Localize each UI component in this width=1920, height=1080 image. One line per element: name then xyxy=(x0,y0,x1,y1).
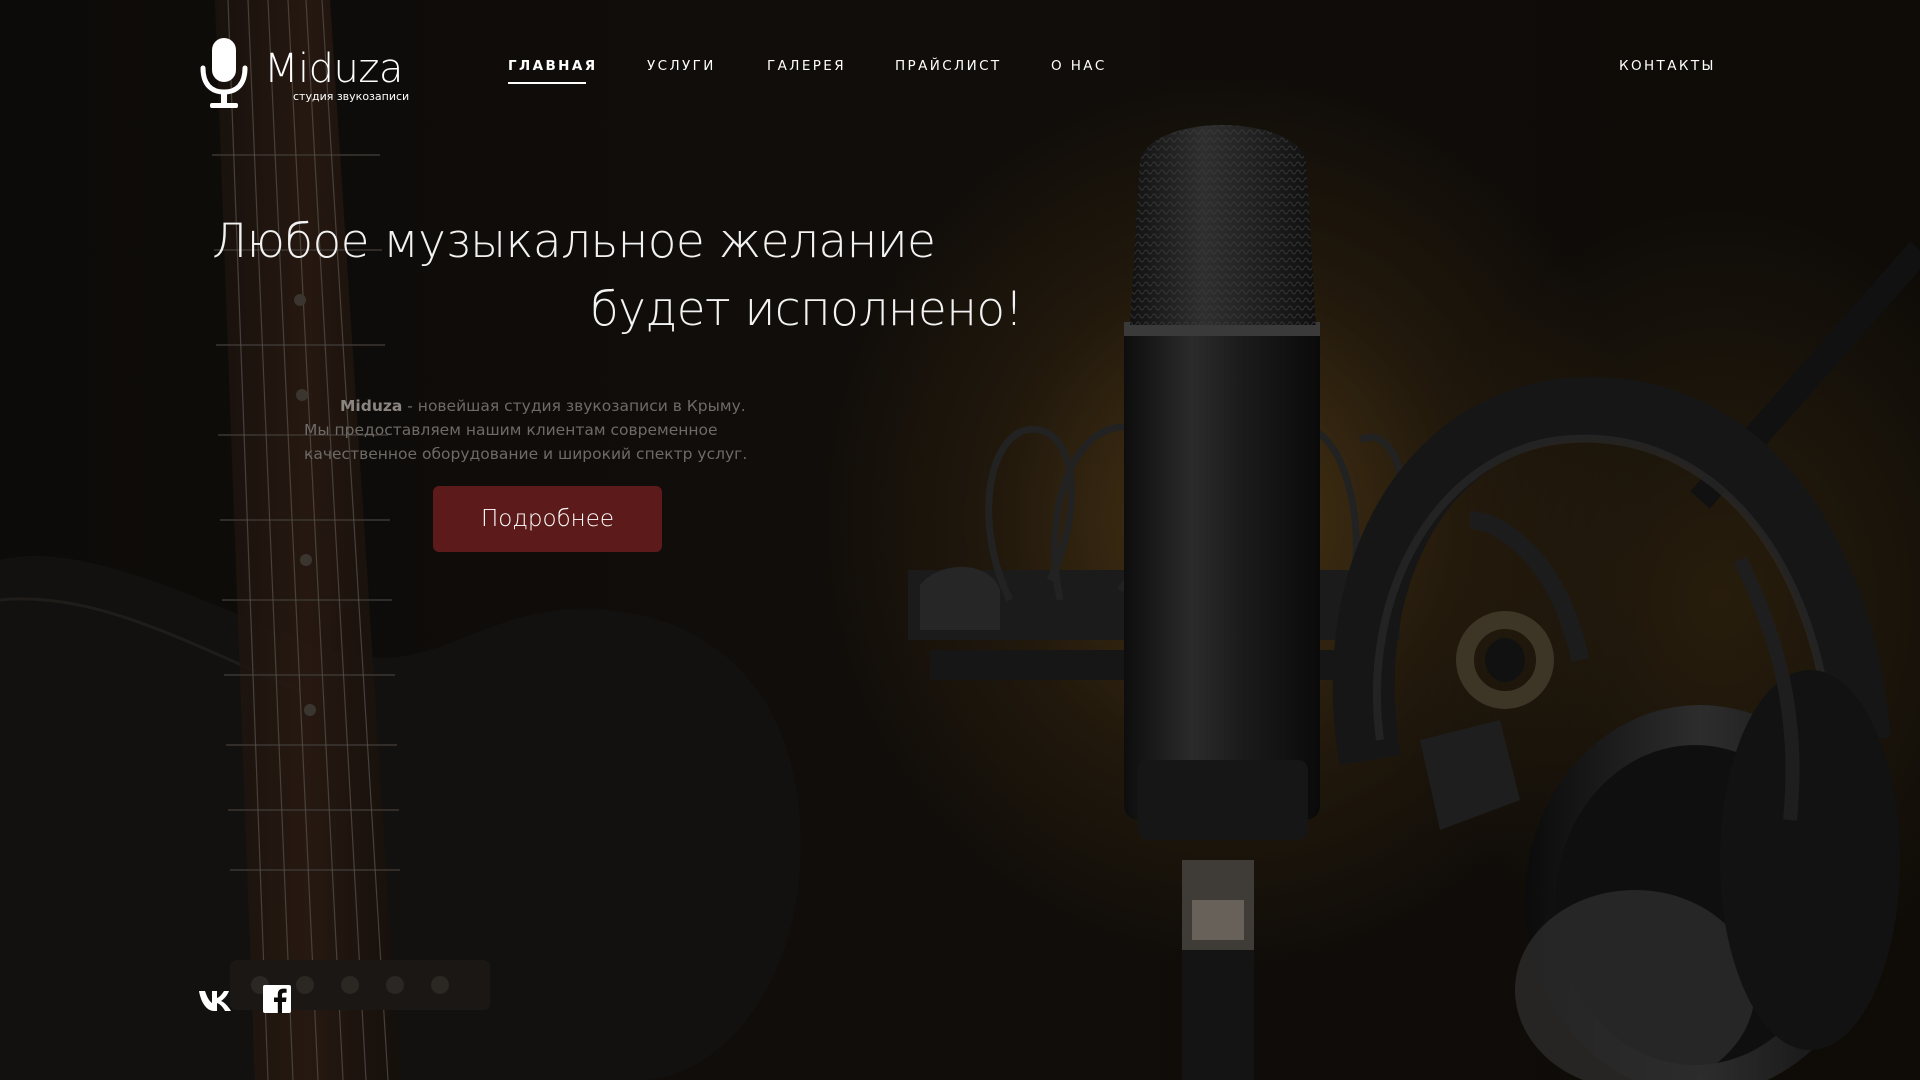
nav-item-about[interactable]: О НАС xyxy=(1051,58,1107,74)
studio-background-illustration xyxy=(0,0,1920,1080)
active-nav-underline xyxy=(508,82,586,84)
nav-item-home[interactable]: ГЛАВНАЯ xyxy=(508,58,598,74)
hero-title-line-2: будет исполнено! xyxy=(590,282,1023,337)
nav-item-gallery[interactable]: ГАЛЕРЕЯ xyxy=(767,58,846,74)
hero-title-line-1: Любое музыкальное желание xyxy=(212,214,936,269)
hero-description: Miduza - новейшая студия звукозаписи в К… xyxy=(304,394,774,466)
brand-tagline: студия звукозаписи xyxy=(293,90,410,103)
description-brand: Miduza xyxy=(340,396,403,415)
microphone-icon xyxy=(200,38,248,108)
brand-logo[interactable]: Miduza студия звукозаписи xyxy=(198,36,438,112)
nav-item-contacts[interactable]: КОНТАКТЫ xyxy=(1619,58,1716,74)
nav-item-pricelist[interactable]: ПРАЙСЛИСТ xyxy=(895,58,1002,74)
nav-item-services[interactable]: УСЛУГИ xyxy=(647,58,716,74)
more-button[interactable]: Подробнее xyxy=(433,486,662,552)
brand-name: Miduza xyxy=(264,46,403,92)
vk-icon[interactable] xyxy=(199,989,235,1011)
facebook-icon[interactable] xyxy=(263,985,291,1013)
